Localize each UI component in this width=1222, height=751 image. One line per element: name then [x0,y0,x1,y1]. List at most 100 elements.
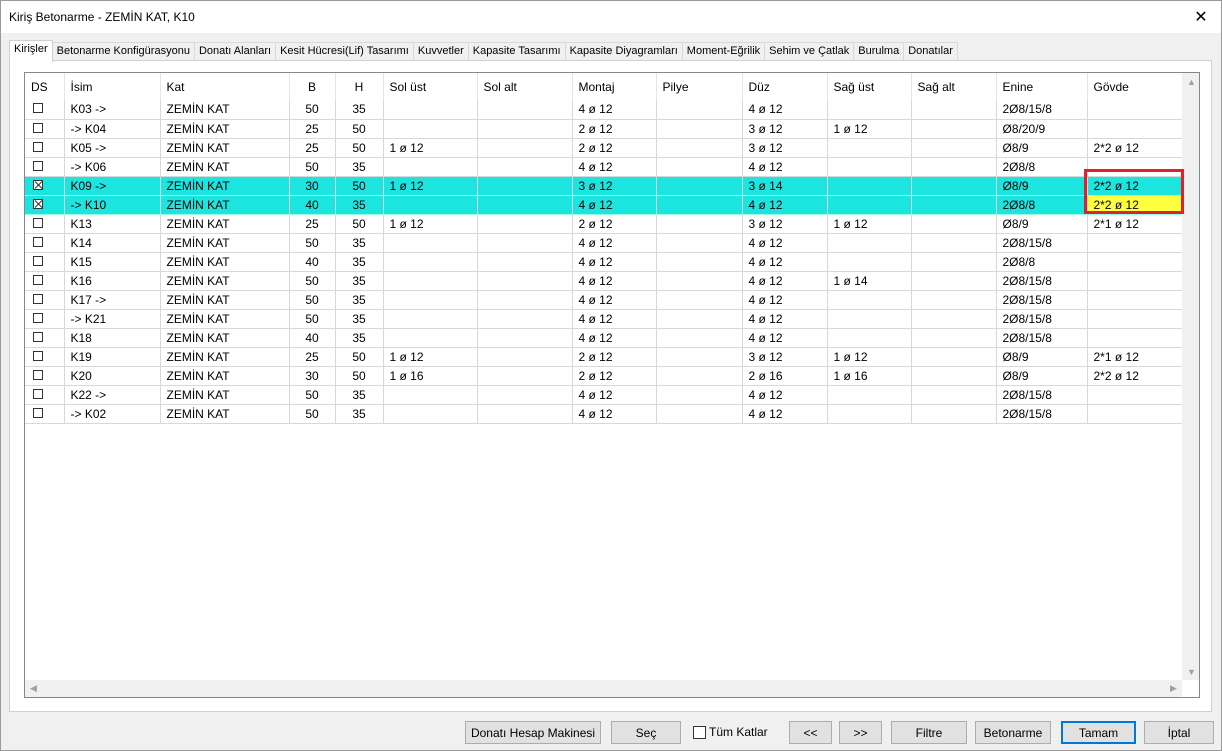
filter-button[interactable]: Filtre [891,721,967,744]
cell-isim[interactable]: -> K06 [64,157,161,177]
cell-montaj[interactable]: 2 ø 12 [572,138,657,158]
tab-9[interactable]: Burulma [853,42,905,61]
cell-enine[interactable]: 2Ø8/15/8 [996,385,1088,405]
ds-checkbox[interactable] [33,388,43,399]
cell-h[interactable]: 35 [335,328,384,348]
cell-govde[interactable] [1087,100,1183,120]
cell-sol-ust[interactable]: 1 ø 12 [383,347,478,367]
cell-sag-ust[interactable] [827,252,912,272]
ds-cell[interactable] [25,138,65,158]
cell-b[interactable]: 50 [289,100,336,120]
cell-kat[interactable]: ZEMİN KAT [160,100,290,120]
cell-sag-alt[interactable] [911,100,997,120]
column-header[interactable]: İsim [64,73,161,100]
cell-montaj[interactable]: 4 ø 12 [572,157,657,177]
cell-enine[interactable]: 2Ø8/8 [996,195,1088,215]
tab-5[interactable]: Kapasite Tasarımı [467,42,566,61]
cell-enine[interactable]: 2Ø8/15/8 [996,290,1088,310]
tab-3[interactable]: Kesit Hücresi(Lif) Tasarımı [275,42,414,61]
cell-b[interactable]: 40 [289,252,336,272]
cell-sag-alt[interactable] [911,366,997,386]
cell-b[interactable]: 50 [289,385,336,405]
cell-duz[interactable]: 4 ø 12 [742,100,828,120]
close-icon[interactable]: ✕ [1181,1,1221,33]
cell-sag-alt[interactable] [911,385,997,405]
cell-sag-alt[interactable] [911,214,997,234]
table-row[interactable]: -> K10 ZEMİN KAT 40 35 4 ø 12 4 ø 12 2Ø8/8 2*2 … [25,195,1183,215]
cell-kat[interactable]: ZEMİN KAT [160,347,290,367]
column-header[interactable]: Pilye [656,73,743,100]
cell-sag-alt[interactable] [911,195,997,215]
tab-0[interactable]: Kirişler [9,40,53,62]
cell-sol-ust[interactable] [383,100,478,120]
cell-sol-alt[interactable] [477,233,573,253]
cell-sol-alt[interactable] [477,290,573,310]
cell-isim[interactable]: -> K04 [64,119,161,139]
cell-pilye[interactable] [656,233,743,253]
cell-sol-alt[interactable] [477,100,573,120]
column-header[interactable]: Kat [160,73,290,100]
cell-sag-alt[interactable] [911,347,997,367]
cell-h[interactable]: 50 [335,347,384,367]
cell-pilye[interactable] [656,347,743,367]
cell-pilye[interactable] [656,100,743,120]
table-row[interactable]: K20 ZEMİN KAT 30 50 1 ø 16 2 ø 12 2 ø 16 1 ø 16… [25,366,1183,386]
ds-checkbox[interactable] [33,141,43,152]
ds-cell[interactable] [25,290,65,310]
cell-h[interactable]: 35 [335,252,384,272]
cell-sag-ust[interactable] [827,176,912,196]
cell-b[interactable]: 40 [289,195,336,215]
cell-duz[interactable]: 4 ø 12 [742,404,828,424]
cell-sol-ust[interactable] [383,252,478,272]
cell-enine[interactable]: Ø8/9 [996,214,1088,234]
cell-b[interactable]: 25 [289,138,336,158]
cell-h[interactable]: 35 [335,157,384,177]
rebar-calculator-button[interactable]: Donatı Hesap Makinesi [465,721,601,744]
cell-sol-alt[interactable] [477,271,573,291]
cell-pilye[interactable] [656,195,743,215]
cell-sol-ust[interactable]: 1 ø 12 [383,214,478,234]
column-header[interactable]: Enine [996,73,1088,100]
ds-checkbox[interactable] [33,103,43,114]
table-row[interactable]: K22 -> ZEMİN KAT 50 35 4 ø 12 4 ø 12 2Ø8/15/8 [25,385,1183,405]
cell-sol-alt[interactable] [477,214,573,234]
column-header[interactable]: Sol üst [383,73,478,100]
tab-4[interactable]: Kuvvetler [412,42,469,61]
column-header[interactable]: B [289,73,336,100]
cell-sag-ust[interactable] [827,290,912,310]
vertical-scrollbar[interactable]: ▲ ▼ [1182,73,1199,680]
cancel-button[interactable]: İptal [1144,721,1214,744]
column-header[interactable]: Gövde [1087,73,1183,100]
cell-b[interactable]: 50 [289,290,336,310]
cell-montaj[interactable]: 4 ø 12 [572,252,657,272]
cell-isim[interactable]: K16 [64,271,161,291]
cell-duz[interactable]: 4 ø 12 [742,328,828,348]
cell-kat[interactable]: ZEMİN KAT [160,138,290,158]
cell-isim[interactable]: -> K10 [64,195,161,215]
cell-pilye[interactable] [656,157,743,177]
tab-2[interactable]: Donatı Alanları [193,42,277,61]
ds-cell[interactable] [25,233,65,253]
column-header[interactable]: Sol alt [477,73,573,100]
column-header[interactable]: Sağ alt [911,73,997,100]
cell-sol-ust[interactable] [383,157,478,177]
column-header[interactable]: H [335,73,384,100]
cell-govde[interactable] [1087,328,1183,348]
tab-1[interactable]: Betonarme Konfigürasyonu [51,42,195,61]
cell-b[interactable]: 30 [289,366,336,386]
ds-checkbox[interactable] [33,369,43,380]
column-header[interactable]: Sağ üst [827,73,912,100]
cell-pilye[interactable] [656,309,743,329]
cell-kat[interactable]: ZEMİN KAT [160,309,290,329]
cell-sag-alt[interactable] [911,176,997,196]
cell-b[interactable]: 50 [289,157,336,177]
ds-checkbox[interactable] [33,179,43,190]
cell-montaj[interactable]: 4 ø 12 [572,271,657,291]
column-header[interactable]: Montaj [572,73,657,100]
tab-10[interactable]: Donatılar [903,42,958,61]
ds-checkbox[interactable] [33,407,43,418]
cell-sag-ust[interactable] [827,404,912,424]
cell-sag-alt[interactable] [911,252,997,272]
cell-kat[interactable]: ZEMİN KAT [160,119,290,139]
ds-checkbox[interactable] [33,331,43,342]
